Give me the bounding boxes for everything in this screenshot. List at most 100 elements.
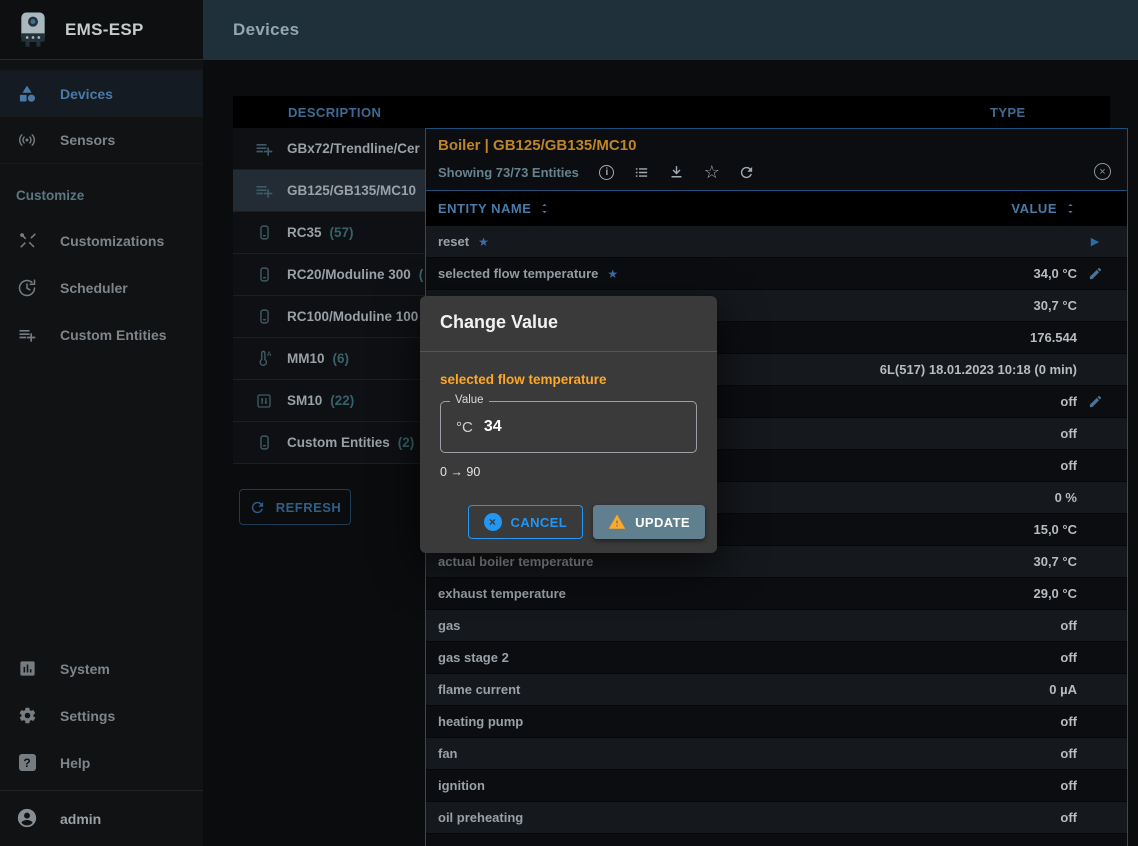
entity-value: off (1060, 746, 1077, 761)
value-text: 34 (484, 418, 502, 436)
entity-dialog-title: Boiler | GB125/GB135/MC10 (438, 137, 1115, 154)
refresh-button[interactable]: REFRESH (239, 489, 351, 525)
device-name: RC35 (287, 225, 322, 240)
cancel-button[interactable]: × CANCEL (468, 505, 584, 539)
device-entity-count: (57) (330, 225, 354, 240)
unit-adornment: °C (456, 419, 473, 436)
info-icon[interactable]: i (598, 163, 616, 181)
page-title: Devices (233, 20, 299, 40)
help-icon: ? (16, 752, 38, 774)
download-icon[interactable] (668, 163, 686, 181)
entity-value: off (1060, 778, 1077, 793)
sidebar-item-system[interactable]: System (0, 645, 203, 692)
value-input[interactable]: Value °C 34 (440, 401, 697, 453)
device-name: MM10 (287, 351, 325, 366)
sidebar-bottom-nav: System Settings ? Help (0, 645, 203, 786)
thermostat-device-icon (253, 264, 275, 286)
star-icon[interactable]: ☆ (703, 163, 721, 181)
list-icon[interactable] (633, 163, 651, 181)
entity-row[interactable]: fan off (426, 738, 1127, 770)
entity-value: 0 µA (1049, 682, 1077, 697)
entity-row[interactable]: exhaust temperature 29,0 °C (426, 578, 1127, 610)
svg-text:A: A (266, 351, 271, 358)
thermometer-icon: A (253, 348, 275, 370)
value-header[interactable]: VALUE (1011, 201, 1079, 217)
device-name: GB125/GB135/MC10 (287, 183, 416, 198)
sidebar-item-scheduler[interactable]: Scheduler (0, 264, 203, 311)
sidebar-item-label: Scheduler (60, 280, 128, 296)
sidebar-item-label: Sensors (60, 132, 115, 148)
brand: EMS-ESP (0, 0, 203, 60)
entity-dialog-toolbar: Showing 73/73 Entities i ☆ (438, 163, 1115, 181)
entity-dialog-header: Boiler | GB125/GB135/MC10 Showing 73/73 … (426, 129, 1127, 191)
entity-name: flame current (438, 682, 520, 697)
thermostat-device-icon (253, 222, 275, 244)
edit-icon[interactable] (1088, 394, 1103, 409)
entity-row[interactable] (426, 834, 1127, 846)
refresh-icon[interactable] (738, 163, 756, 181)
device-name: SM10 (287, 393, 322, 408)
entity-name: reset (438, 234, 469, 249)
category-icon (16, 83, 38, 105)
sidebar-item-label: Customizations (60, 233, 164, 249)
thermostat-device-icon (253, 306, 275, 328)
entity-name: selected flow temperature (438, 266, 598, 281)
sidebar-item-label: Devices (60, 86, 113, 102)
entity-name: exhaust temperature (438, 586, 566, 601)
sidebar-section-customize: Customize (16, 188, 187, 203)
entity-row[interactable]: ignition off (426, 770, 1127, 802)
gear-icon (16, 705, 38, 727)
device-name: Custom Entities (287, 435, 390, 450)
cancel-icon: × (484, 513, 502, 531)
sort-icon (1063, 201, 1079, 217)
chart-box-icon (16, 658, 38, 680)
sidebar-user[interactable]: admin (0, 790, 203, 846)
sidebar-item-custom-entities[interactable]: Custom Entities (0, 311, 203, 358)
appbar: Devices (203, 0, 1138, 60)
sidebar-item-devices[interactable]: Devices (0, 70, 203, 117)
device-name: RC100/Moduline 100 (287, 309, 418, 324)
sidebar-item-customizations[interactable]: Customizations (0, 217, 203, 264)
schedule-icon (16, 277, 38, 299)
entity-table-header: ENTITY NAME VALUE (426, 191, 1127, 226)
update-button[interactable]: UPDATE (593, 505, 705, 539)
modal-entity-label: selected flow temperature (440, 372, 697, 387)
entity-value: 30,7 °C (1033, 298, 1077, 313)
playlist-add-icon (16, 324, 38, 346)
entity-row[interactable]: selected flow temperature ★ 34,0 °C (426, 258, 1127, 290)
close-icon[interactable]: × (1094, 163, 1111, 180)
sidebar-item-help[interactable]: ? Help (0, 739, 203, 786)
sidebar-item-sensors[interactable]: Sensors (0, 117, 203, 164)
tools-icon (16, 230, 38, 252)
device-name: GBx72/Trendline/Cer (287, 141, 420, 156)
favorite-star-icon: ★ (607, 267, 618, 281)
device-name: RC20/Moduline 300 (287, 267, 411, 282)
entity-value: 15,0 °C (1033, 522, 1077, 537)
showing-entities-label: Showing 73/73 Entities (438, 165, 579, 180)
modal-title: Change Value (420, 296, 717, 352)
entity-action-slot (1077, 394, 1113, 409)
entity-row[interactable]: flame current 0 µA (426, 674, 1127, 706)
entity-row[interactable]: heating pump off (426, 706, 1127, 738)
change-value-modal: Change Value selected flow temperature V… (420, 296, 717, 553)
device-entity-count: (6) (333, 351, 350, 366)
thermostat-device-icon (253, 432, 275, 454)
entity-value: off (1060, 714, 1077, 729)
edit-icon[interactable] (1088, 266, 1103, 281)
type-header: TYPE (990, 105, 1026, 120)
entity-name: oil preheating (438, 810, 523, 825)
entity-row[interactable]: gas stage 2 off (426, 642, 1127, 674)
entity-value: 176.544 (1030, 330, 1077, 345)
entity-row[interactable]: reset ★ ▶ (426, 226, 1127, 258)
device-entity-count: (22) (330, 393, 354, 408)
sidebar-item-settings[interactable]: Settings (0, 692, 203, 739)
sidebar-item-label: Settings (60, 708, 115, 724)
entity-row[interactable]: gas off (426, 610, 1127, 642)
brand-title: EMS-ESP (65, 20, 144, 40)
entity-value: off (1060, 426, 1077, 441)
play-icon[interactable]: ▶ (1091, 235, 1099, 248)
entity-action-slot (1077, 266, 1113, 281)
playlist-add-icon (253, 180, 275, 202)
entity-row[interactable]: oil preheating off (426, 802, 1127, 834)
entity-name-header[interactable]: ENTITY NAME (438, 201, 553, 217)
